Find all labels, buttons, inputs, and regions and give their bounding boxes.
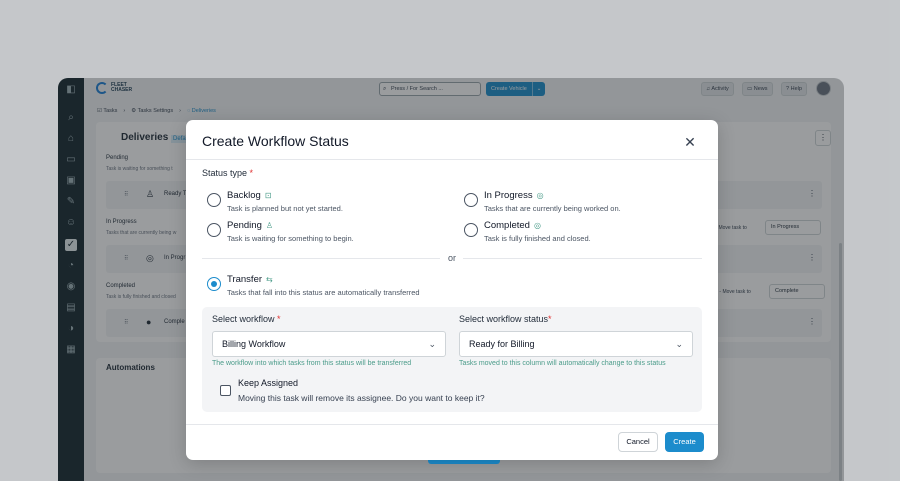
status-type-text: Status type (202, 168, 248, 178)
select-workflow-text: Select workflow (212, 314, 275, 324)
check-circle-icon: ◎ (536, 191, 544, 200)
dialog-title: Create Workflow Status (202, 133, 349, 149)
in-progress-radio[interactable] (464, 193, 478, 207)
user-icon: ♙ (265, 221, 274, 230)
option-desc: Task is waiting for something to begin. (227, 234, 354, 243)
divider (202, 258, 440, 259)
divider (186, 159, 718, 160)
check-circle-icon: ◎ (533, 221, 541, 230)
option-desc: Tasks that are currently being worked on… (484, 204, 621, 213)
transfer-icon: ⇆ (266, 275, 273, 284)
workflow-status-select[interactable]: Ready for Billing ⌄ (459, 331, 693, 357)
workflow-hint: The workflow into which tasks from this … (212, 360, 412, 367)
option-label-text: Pending (227, 220, 262, 231)
select-status-label: Select workflow status* (459, 314, 552, 324)
keep-assigned-checkbox[interactable] (220, 385, 231, 396)
divider (186, 424, 718, 425)
option-label-text: Backlog (227, 190, 261, 201)
divider (463, 258, 702, 259)
option-label: Pending ♙ (227, 220, 273, 231)
create-workflow-status-dialog: Create Workflow Status ✕ Status type * B… (186, 120, 718, 460)
option-label: Backlog ⊡ (227, 190, 272, 201)
select-status-text: Select workflow status (459, 314, 549, 324)
option-desc: Task is fully finished and closed. (484, 234, 591, 243)
option-label: In Progress ◎ (484, 190, 544, 201)
required-mark: * (277, 314, 281, 324)
or-separator: or (448, 253, 457, 263)
close-icon[interactable]: ✕ (680, 132, 700, 152)
required-mark: * (548, 314, 552, 324)
chevron-down-icon: ⌄ (428, 339, 436, 349)
backlog-radio[interactable] (207, 193, 221, 207)
option-label-text: Transfer (227, 274, 263, 285)
required-mark: * (249, 168, 254, 178)
keep-assigned-label: Keep Assigned (238, 378, 299, 388)
option-desc: Task is planned but not yet started. (227, 204, 343, 213)
inbox-icon: ⊡ (264, 191, 272, 200)
create-button[interactable]: Create (665, 432, 704, 452)
option-label: Completed ◎ (484, 220, 541, 231)
pending-radio[interactable] (207, 223, 221, 237)
option-desc: Tasks that fall into this status are aut… (227, 288, 420, 297)
chevron-down-icon: ⌄ (675, 339, 683, 349)
workflow-select[interactable]: Billing Workflow ⌄ (212, 331, 446, 357)
option-label-text: Completed (484, 220, 530, 231)
cancel-button[interactable]: Cancel (618, 432, 658, 452)
workflow-status-select-value: Ready for Billing (469, 339, 535, 349)
option-label: Transfer ⇆ (227, 274, 273, 285)
completed-radio[interactable] (464, 223, 478, 237)
status-type-label: Status type * (202, 168, 253, 178)
option-label-text: In Progress (484, 190, 533, 201)
workflow-status-hint: Tasks moved to this column will automati… (459, 360, 666, 367)
select-workflow-label: Select workflow * (212, 314, 281, 324)
transfer-radio[interactable] (207, 277, 221, 291)
keep-assigned-desc: Moving this task will remove its assigne… (238, 393, 485, 403)
workflow-select-value: Billing Workflow (222, 339, 286, 349)
